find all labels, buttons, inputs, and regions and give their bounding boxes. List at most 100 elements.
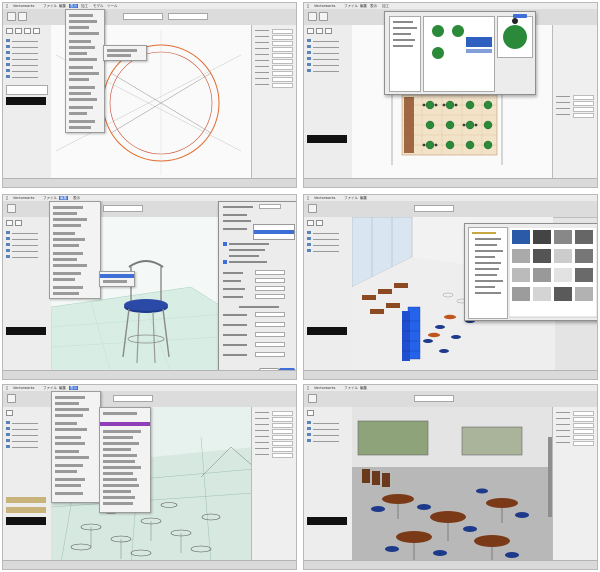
menu-file[interactable]: ファイル [43, 4, 57, 8]
attribute-swatch[interactable] [6, 517, 46, 525]
menu-modify[interactable]: 加工 [382, 4, 389, 8]
app-name[interactable]: Vectorworks [314, 386, 335, 390]
resource-row[interactable] [307, 63, 347, 67]
dropdown-menu[interactable] [49, 201, 101, 299]
resource-row[interactable] [307, 237, 347, 241]
submenu[interactable] [99, 407, 151, 513]
class-field[interactable] [113, 395, 153, 402]
tool-icon[interactable] [24, 28, 31, 34]
tool-icon[interactable] [307, 220, 314, 226]
menu-file[interactable]: ファイル [43, 386, 57, 390]
attribute-swatch[interactable] [6, 507, 46, 513]
menu-view[interactable]: 表示 [73, 196, 80, 200]
tool-icon[interactable] [316, 28, 323, 34]
tool-icon[interactable] [308, 394, 317, 403]
resource-row[interactable] [307, 51, 347, 55]
checkbox[interactable] [223, 260, 227, 264]
tool-icon[interactable] [308, 12, 317, 21]
menu-file[interactable]: ファイル [43, 196, 57, 200]
attribute-swatch[interactable] [6, 85, 48, 95]
ok-button[interactable] [513, 14, 527, 18]
resource-row[interactable] [6, 243, 46, 247]
resource-row[interactable] [307, 45, 347, 49]
menu-file[interactable]: ファイル [344, 386, 358, 390]
resource-row[interactable] [6, 445, 46, 449]
menu-modify[interactable]: 加工 [81, 4, 88, 8]
resource-row[interactable] [6, 255, 46, 259]
menu-file[interactable]: ファイル [344, 4, 358, 8]
resource-row[interactable] [6, 231, 46, 235]
class-field[interactable] [123, 13, 163, 20]
resource-row[interactable] [6, 51, 46, 55]
dropdown-menu[interactable] [51, 391, 101, 503]
texture-folder-tree[interactable] [468, 227, 508, 319]
tool-icon[interactable] [6, 410, 13, 416]
app-name[interactable]: Vectorworks [314, 196, 335, 200]
tool-icon[interactable] [7, 204, 16, 213]
menu-view[interactable]: 表示 [69, 386, 78, 390]
tool-icon[interactable] [7, 394, 16, 403]
render-canvas[interactable] [352, 407, 555, 563]
class-field[interactable] [103, 205, 143, 212]
tool-icon[interactable] [7, 12, 16, 21]
popup-menu[interactable] [253, 224, 295, 240]
attribute-swatch[interactable] [6, 97, 46, 105]
apple-icon[interactable]:  [6, 386, 8, 390]
menu-file[interactable]: ファイル [344, 196, 358, 200]
layer-icon[interactable] [319, 12, 328, 21]
tool-icon[interactable] [15, 220, 22, 226]
menu-edit[interactable]: 編集 [59, 386, 66, 390]
class-field[interactable] [414, 395, 454, 402]
tool-icon[interactable] [325, 28, 332, 34]
apple-icon[interactable]:  [6, 4, 8, 8]
resource-row[interactable] [307, 427, 347, 431]
resource-row[interactable] [6, 45, 46, 49]
menu-edit[interactable]: 編集 [59, 4, 66, 8]
apple-icon[interactable]:  [307, 196, 309, 200]
resource-row[interactable] [307, 39, 347, 43]
layer-field[interactable] [168, 13, 208, 20]
tool-icon[interactable] [316, 220, 323, 226]
tool-icon[interactable] [308, 204, 317, 213]
attribute-swatch[interactable] [307, 135, 347, 143]
resource-row[interactable] [6, 75, 46, 79]
submenu[interactable] [103, 45, 147, 61]
resource-row[interactable] [307, 231, 347, 235]
resource-row[interactable] [307, 57, 347, 61]
tool-icon[interactable] [307, 28, 314, 34]
resource-row[interactable] [6, 237, 46, 241]
menu-model[interactable]: モデル [93, 4, 104, 8]
resource-thumbnails[interactable] [423, 16, 495, 92]
resource-row[interactable] [6, 39, 46, 43]
resource-row[interactable] [6, 57, 46, 61]
resource-tree[interactable] [389, 16, 421, 92]
resource-row[interactable] [307, 243, 347, 247]
class-field[interactable] [414, 205, 454, 212]
tool-icon[interactable] [6, 220, 13, 226]
resource-row[interactable] [6, 249, 46, 253]
apple-icon[interactable]:  [6, 196, 8, 200]
texture-picker-dialog[interactable] [464, 223, 598, 321]
menu-view[interactable]: 表示 [370, 4, 377, 8]
menu-edit[interactable]: 編集 [59, 196, 68, 200]
layer-icon[interactable] [18, 12, 27, 21]
menu-edit[interactable]: 編集 [360, 196, 367, 200]
resource-row[interactable] [6, 63, 46, 67]
resource-row[interactable] [307, 433, 347, 437]
tool-icon[interactable] [15, 28, 22, 34]
dropdown-menu[interactable] [65, 9, 105, 133]
apple-icon[interactable]:  [307, 386, 309, 390]
resource-row[interactable] [307, 249, 347, 253]
resource-row[interactable] [307, 439, 347, 443]
tool-icon[interactable] [33, 28, 40, 34]
attribute-swatch[interactable] [307, 517, 347, 525]
texture-grid[interactable] [509, 227, 598, 319]
tool-icon[interactable] [307, 410, 314, 416]
resource-row[interactable] [6, 69, 46, 73]
menu-view[interactable]: 表示 [69, 4, 78, 8]
attribute-swatch[interactable] [6, 497, 46, 503]
resource-row[interactable] [6, 439, 46, 443]
resource-row[interactable] [307, 421, 347, 425]
apple-icon[interactable]:  [307, 4, 309, 8]
menu-edit[interactable]: 編集 [360, 4, 367, 8]
